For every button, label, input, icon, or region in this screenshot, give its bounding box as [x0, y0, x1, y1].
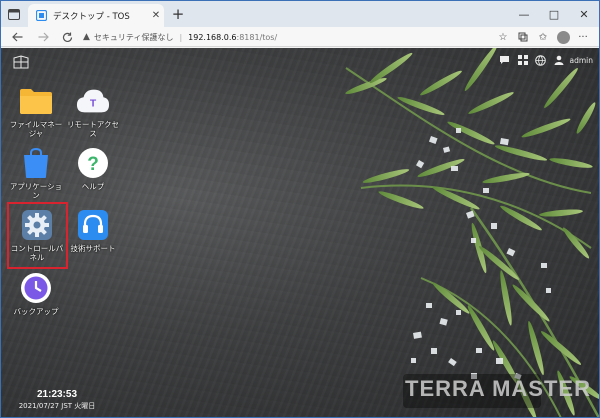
- tab-title: デスクトップ - TOS: [53, 11, 130, 22]
- desktop-icon-tech-support[interactable]: 技術サポート: [65, 208, 121, 253]
- favorites-add-icon[interactable]: ☆: [493, 28, 513, 46]
- cloud-icon: T: [76, 84, 110, 118]
- desktop-clock: 21:23:53 2021/07/27 JST 火曜日: [1, 389, 113, 411]
- tos-menu-icon[interactable]: [13, 54, 31, 69]
- app-store-icon: [19, 146, 53, 180]
- maximize-button[interactable]: □: [539, 1, 569, 27]
- support-icon: [76, 208, 110, 242]
- svg-text:T: T: [90, 99, 97, 110]
- browser-right-tools: ☆ ✩ ···: [493, 28, 593, 46]
- address-separator: |: [179, 32, 183, 42]
- url-host: 192.168.0.6: [188, 32, 237, 42]
- user-name[interactable]: admin: [570, 56, 594, 65]
- language-icon[interactable]: [532, 52, 550, 68]
- tab-overview-icon[interactable]: [5, 6, 23, 22]
- folder-icon: [19, 84, 53, 118]
- browser-window: デスクトップ - TOS ✕ + — □ ✕ ▲ セキュリティ保護なし | 19…: [0, 0, 600, 418]
- desktop-icon-backup[interactable]: バックアップ: [8, 271, 64, 316]
- desktop-icon-remote-access[interactable]: T リモートアクセス: [65, 84, 121, 138]
- widgets-icon[interactable]: [514, 52, 532, 68]
- back-icon[interactable]: [9, 29, 25, 45]
- desktop-icon-label: ファイルマネージャ: [9, 120, 63, 138]
- help-icon: ?: [76, 146, 110, 180]
- desktop-icon-label: ヘルプ: [81, 182, 105, 191]
- user-icon[interactable]: [550, 52, 568, 68]
- collections-icon[interactable]: [513, 28, 533, 46]
- avatar: [556, 30, 570, 44]
- terramaster-logo: TERRA MASTER: [405, 376, 591, 401]
- browser-tab[interactable]: デスクトップ - TOS ✕: [28, 4, 164, 27]
- window-controls: — □ ✕: [509, 1, 599, 27]
- desktop-icon-label: バックアップ: [13, 307, 59, 316]
- desktop-icon-label: アプリケーション: [9, 182, 63, 200]
- chat-icon[interactable]: [496, 52, 514, 68]
- warning-icon[interactable]: ▲: [83, 32, 90, 42]
- security-label[interactable]: セキュリティ保護なし: [94, 32, 174, 43]
- desktop-icon-help[interactable]: ? ヘルプ: [65, 146, 121, 191]
- backup-icon: [19, 271, 53, 305]
- address-bar[interactable]: ▲ セキュリティ保護なし | 192.168.0.6:8181/tos/: [83, 29, 463, 45]
- reload-icon[interactable]: [59, 29, 75, 45]
- forward-icon[interactable]: [35, 29, 51, 45]
- desktop-icon-app-center[interactable]: アプリケーション: [8, 146, 64, 200]
- desktop-icon-label: 技術サポート: [70, 244, 116, 253]
- profile-icon[interactable]: [553, 28, 573, 46]
- tab-bar: デスクトップ - TOS ✕ + — □ ✕: [1, 1, 599, 27]
- svg-text:?: ?: [87, 154, 99, 175]
- favorites-icon[interactable]: ✩: [533, 28, 553, 46]
- new-tab-button[interactable]: +: [169, 5, 187, 23]
- more-icon[interactable]: ···: [573, 28, 593, 46]
- desktop-icon-label: リモートアクセス: [66, 120, 120, 138]
- browser-toolbar: ▲ セキュリティ保護なし | 192.168.0.6:8181/tos/ ☆ ✩…: [1, 27, 599, 47]
- clock-date: 2021/07/27 JST 火曜日: [18, 402, 96, 410]
- tos-top-toolbar: admin: [496, 52, 594, 68]
- tos-desktop: admin ファイルマネージャ T リモートアクセス アプリケーション ? ヘル…: [1, 48, 599, 417]
- tos-favicon-icon: [36, 10, 47, 21]
- url-path: :8181/tos/: [236, 32, 278, 42]
- desktop-icon-file-manager[interactable]: ファイルマネージャ: [8, 84, 64, 138]
- close-window-button[interactable]: ✕: [569, 1, 599, 27]
- clock-time: 21:23:53: [36, 389, 78, 400]
- control-panel-highlight: [7, 202, 68, 269]
- tab-close-icon[interactable]: ✕: [148, 10, 164, 21]
- minimize-button[interactable]: —: [509, 1, 539, 27]
